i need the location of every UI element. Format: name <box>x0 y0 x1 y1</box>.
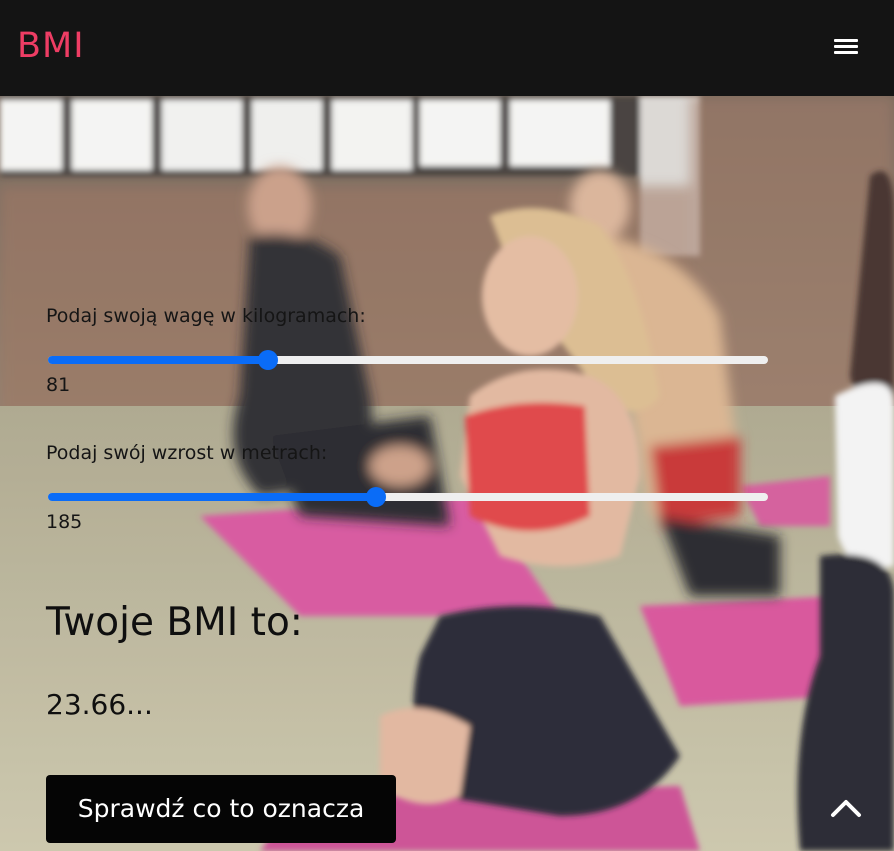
weight-slider[interactable] <box>48 350 768 370</box>
height-label: Podaj swój wzrost w metrach: <box>46 442 328 464</box>
height-slider-fill <box>48 493 376 501</box>
navbar: BMI <box>0 0 894 96</box>
page: BMI Podaj swoją wagę w kilogramach: 81 P… <box>0 0 894 851</box>
brand-logo[interactable]: BMI <box>17 26 85 66</box>
menu-bar <box>834 39 858 42</box>
weight-slider-fill <box>48 356 268 364</box>
height-value: 185 <box>46 511 83 533</box>
hamburger-menu-icon[interactable] <box>826 28 866 64</box>
height-slider-thumb[interactable] <box>366 487 386 507</box>
hero-background-image <box>0 96 894 851</box>
weight-slider-thumb[interactable] <box>258 350 278 370</box>
bmi-result-value: 23.66... <box>46 688 153 721</box>
fitness-photo <box>0 96 894 851</box>
menu-bar <box>834 45 858 48</box>
weight-value: 81 <box>46 374 71 396</box>
bmi-result-title: Twoje BMI to: <box>46 600 303 645</box>
height-slider[interactable] <box>48 487 768 507</box>
chevron-up-icon <box>831 800 861 817</box>
chevron-up-icon[interactable] <box>826 790 866 826</box>
check-meaning-button[interactable]: Sprawdź co to oznacza <box>46 775 396 843</box>
weight-label: Podaj swoją wagę w kilogramach: <box>46 305 366 327</box>
menu-bar <box>834 51 858 54</box>
